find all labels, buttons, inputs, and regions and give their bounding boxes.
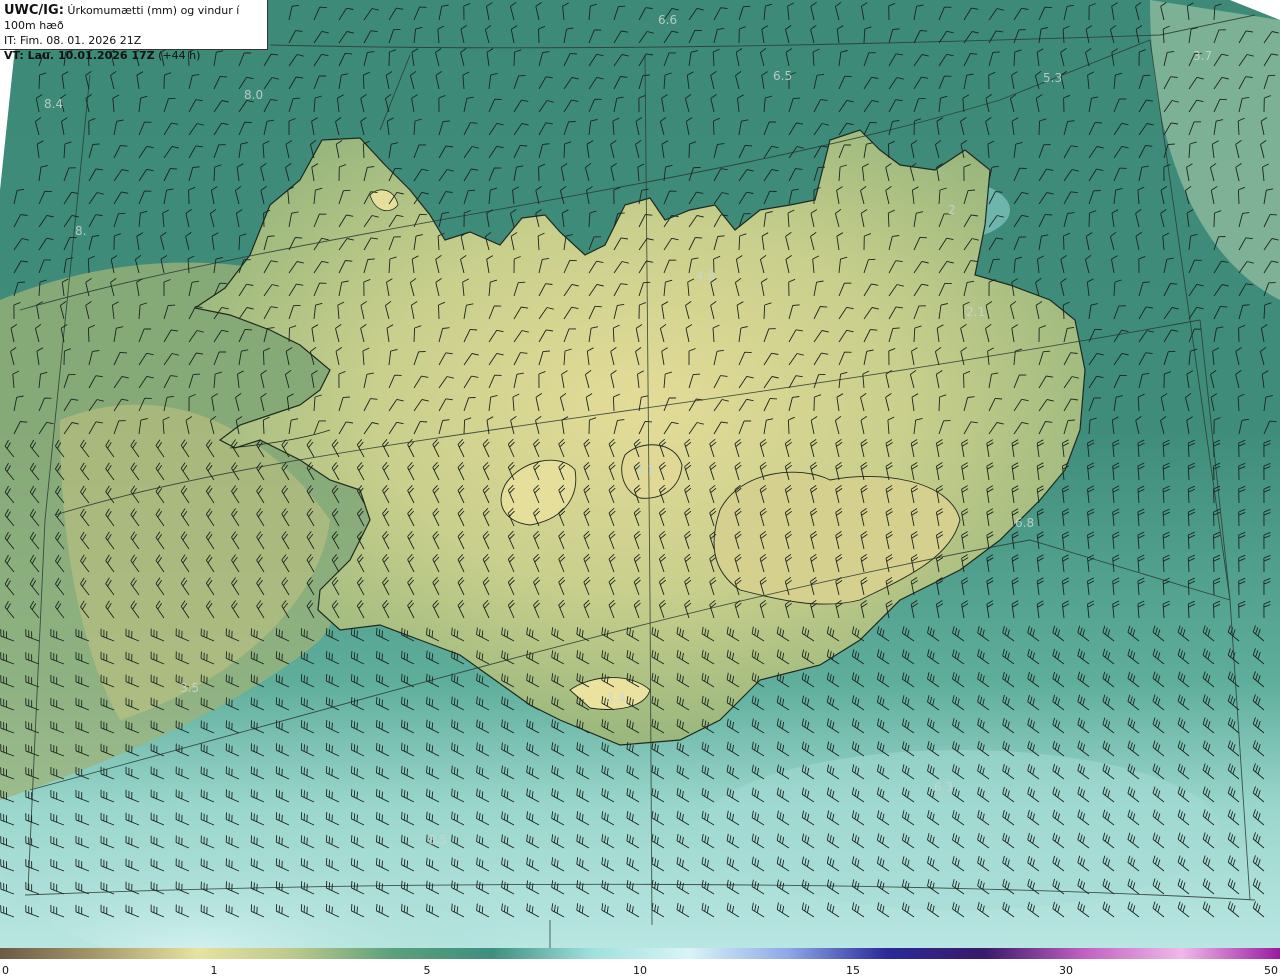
value-label: 5.3 bbox=[1043, 71, 1062, 85]
colorbar-tick: 50 bbox=[1264, 964, 1278, 977]
value-label: 8.4 bbox=[44, 97, 63, 111]
vt-label: VT: bbox=[4, 49, 24, 62]
initial-time: Fim. 08. 01. 2026 21Z bbox=[19, 34, 142, 47]
product-code: UWC/IG: bbox=[4, 3, 64, 18]
valid-time: Lau. 10.01.2026 17Z bbox=[27, 49, 155, 62]
value-label: 4.8 bbox=[696, 269, 715, 283]
colorbar-tick: 10 bbox=[633, 964, 647, 977]
colorbar-tick: 0 bbox=[2, 964, 9, 977]
value-label: 6.5 bbox=[773, 69, 792, 83]
value-label: 2.1 bbox=[966, 305, 985, 319]
value-label: 8.5 bbox=[428, 833, 447, 847]
map-info-box: UWC/IG: Úrkomumætti (mm) og vindur í 100… bbox=[0, 0, 268, 62]
colorbar-tick: 1 bbox=[210, 964, 218, 977]
colorbar-tick: 15 bbox=[846, 964, 860, 977]
lead-time: (+44 h) bbox=[158, 49, 201, 62]
weather-map: 6.6 6.5 5.3 3.7 8.4 8.0 8. 4.8 2 2.1 4.1… bbox=[0, 0, 1280, 948]
colorbar-tick: 5 bbox=[423, 964, 431, 977]
value-label: 3.7 bbox=[1193, 49, 1212, 63]
value-label: 6.8 bbox=[1015, 516, 1034, 530]
value-label: 6.3 bbox=[934, 780, 953, 794]
value-label: 3.4 bbox=[606, 691, 625, 705]
colorbar-strip bbox=[0, 948, 1280, 959]
value-label: 8. bbox=[75, 224, 86, 238]
colorbar-legend: 0 1 5 10 15 30 50 bbox=[0, 948, 1280, 978]
it-label: IT: bbox=[4, 34, 17, 47]
value-label: 3.5 bbox=[180, 681, 199, 695]
value-label: 2 bbox=[948, 203, 956, 217]
value-label: 8.0 bbox=[244, 88, 263, 102]
value-label: 4.1 bbox=[636, 463, 655, 477]
value-label: 6.6 bbox=[658, 13, 677, 27]
colorbar-tick: 30 bbox=[1059, 964, 1073, 977]
